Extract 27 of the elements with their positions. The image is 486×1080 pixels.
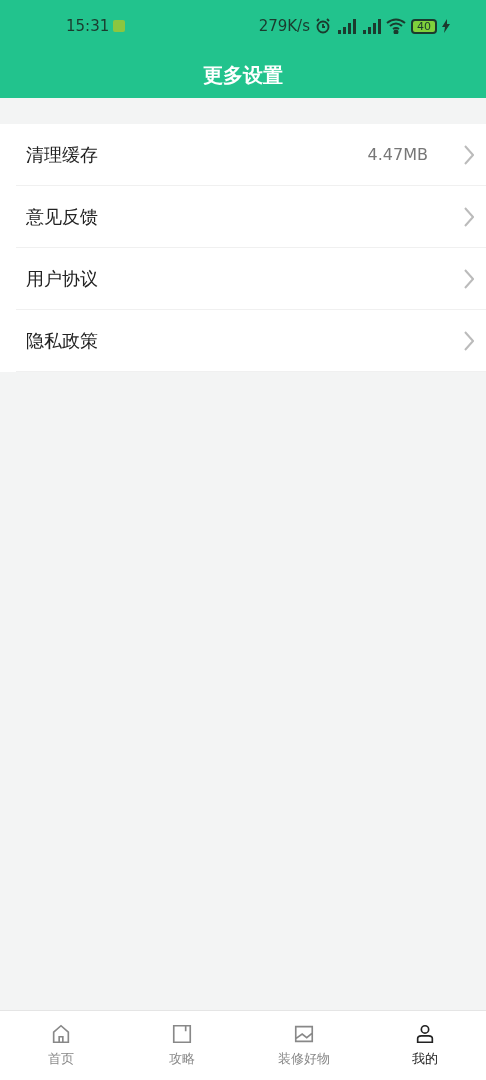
status-time: 15:31 [66, 15, 110, 37]
chevron-right-icon [464, 330, 474, 351]
settings-row[interactable]: 隐私政策 [16, 310, 486, 372]
app-notification-icon [113, 20, 126, 32]
signal-icon [336, 18, 356, 34]
wifi-icon [386, 18, 406, 34]
network-speed: 279K/s [258, 15, 310, 37]
battery-indicator: 40 [411, 18, 437, 34]
settings-label: 隐私政策 [26, 329, 99, 353]
tab-bar-item[interactable]: 攻略 [121, 1011, 243, 1080]
settings-row[interactable]: 意见反馈 [16, 186, 486, 248]
chevron-right-icon [464, 268, 474, 289]
chevron-right-icon [464, 144, 474, 165]
page-title: 更多设置 [203, 62, 283, 89]
signal-icon [361, 18, 381, 34]
settings-row[interactable]: 用户协议 [16, 248, 486, 310]
alarm-icon [315, 18, 331, 34]
settings-row[interactable]: 清理缓存 4.47MB [16, 124, 486, 186]
tab-bar-item[interactable]: 首页 [0, 1011, 122, 1080]
cache-size: 4.47MB [367, 143, 428, 166]
chevron-right-icon [464, 206, 474, 227]
charging-icon [442, 19, 450, 33]
tab-bar-item[interactable]: 我的 [364, 1011, 486, 1080]
settings-label: 清理缓存 [26, 143, 99, 167]
tab-bar-item[interactable]: 装修好物 [243, 1011, 365, 1080]
settings-label: 用户协议 [26, 267, 99, 291]
settings-label: 意见反馈 [26, 205, 99, 229]
